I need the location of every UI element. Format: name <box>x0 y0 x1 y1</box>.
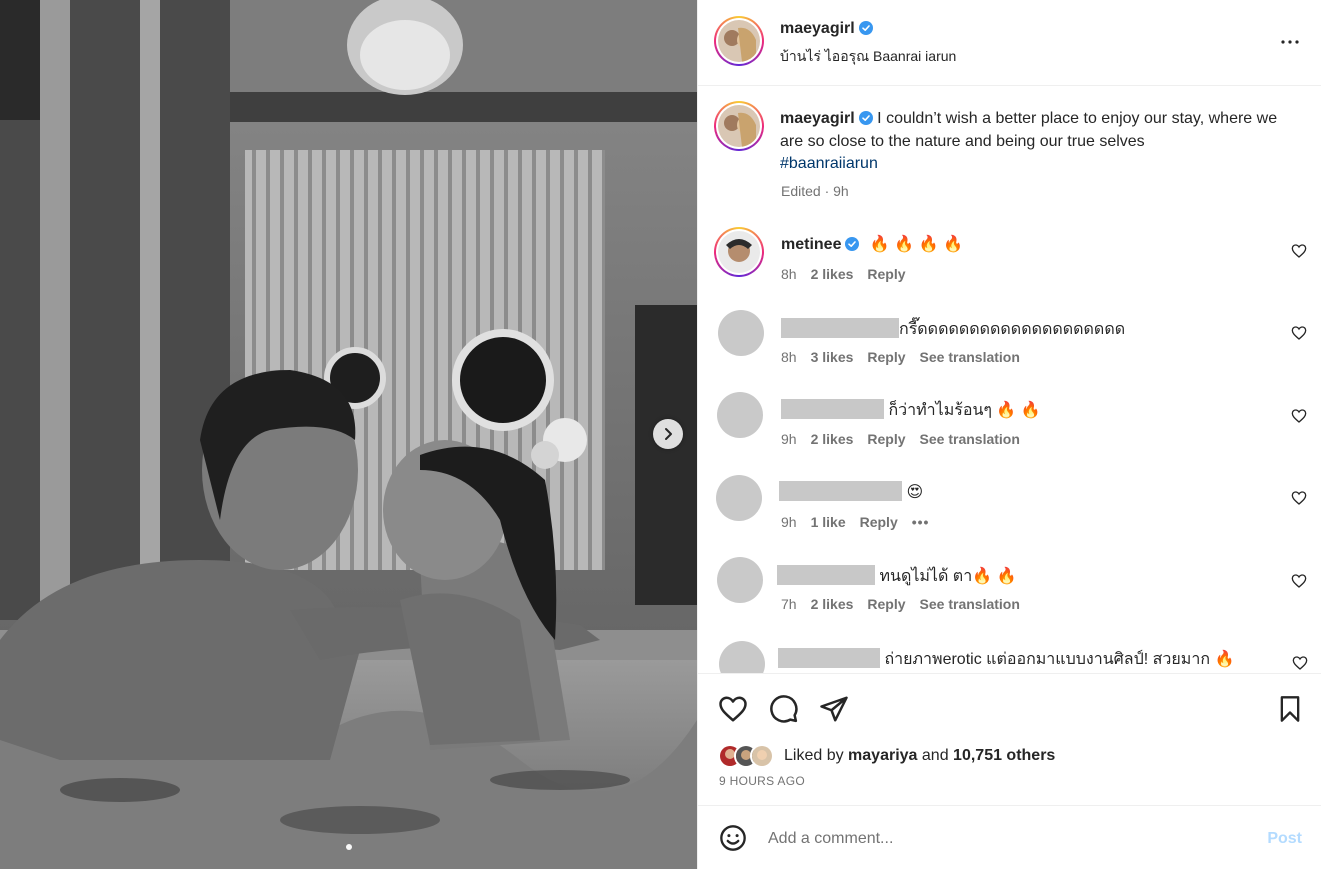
bookmark-icon[interactable] <box>1276 694 1304 724</box>
liked-by-prefix: Liked by <box>784 747 844 764</box>
comment-avatar[interactable] <box>717 557 763 603</box>
comment-avatar-metinee[interactable] <box>714 227 764 277</box>
comment-text: กรี๊ดดดดดดดดดดดดดดดดดดดด <box>899 321 1126 338</box>
likes-count[interactable]: 10,751 others <box>953 747 1055 765</box>
author-avatar-image <box>718 20 760 62</box>
verified-icon <box>845 237 860 251</box>
carousel-dot-active <box>345 844 352 850</box>
liked-by: Liked by mayariya and 10,751 others <box>718 744 1055 768</box>
caption-username[interactable]: maeyagirl <box>780 110 855 127</box>
liked-by-and: and <box>921 747 949 764</box>
see-translation-button[interactable]: See translation <box>920 596 1020 612</box>
emoji-icon[interactable] <box>719 824 747 852</box>
comment-text: ถ่ายภาพerotic แต่ออกมาแบบงานศิลป์! สวยมา… <box>884 651 1235 668</box>
comment-like-heart-icon[interactable] <box>1291 408 1307 424</box>
comment-body: ก็ว่าทำไมร้อนๆ 🔥 🔥 <box>781 398 1041 423</box>
comment-reply-button[interactable]: Reply <box>867 596 905 612</box>
comment-likes[interactable]: 2 likes <box>811 431 854 447</box>
comment-reply-button[interactable]: Reply <box>867 266 905 282</box>
see-translation-button[interactable]: See translation <box>920 431 1020 447</box>
comment-like-heart-icon[interactable] <box>1291 490 1307 506</box>
post-sidebar: maeyagirl บ้านไร่ ไออรุณ Baanrai iarun m… <box>697 0 1321 869</box>
comment-body: ทนดูไม่ได้ ตา🔥 🔥 <box>777 564 1016 589</box>
redacted-username <box>778 648 880 668</box>
post-actions: Liked by mayariya and 10,751 others 9 HO… <box>698 673 1321 805</box>
comment-body: metinee 🔥 🔥 🔥 🔥 <box>781 234 963 254</box>
comment-meta: 8h 2 likes Reply <box>781 266 906 282</box>
caption-avatar[interactable] <box>714 101 764 151</box>
comment-time: 8h <box>781 266 797 282</box>
liked-by-user[interactable]: mayariya <box>848 747 917 765</box>
comment-composer: Post <box>698 805 1321 869</box>
comment-likes[interactable]: 2 likes <box>811 266 854 282</box>
comment-avatar[interactable] <box>716 475 762 521</box>
comment-more-icon[interactable]: ••• <box>912 514 930 530</box>
see-translation-button[interactable]: See translation <box>920 349 1020 365</box>
redacted-username <box>781 318 899 338</box>
comment-meta: 9h 2 likes Reply See translation <box>781 431 1020 447</box>
comment-username[interactable]: metinee <box>781 236 841 253</box>
redacted-username <box>777 565 875 585</box>
comment-time: 7h <box>781 596 797 612</box>
more-icon[interactable] <box>1278 30 1302 54</box>
chevron-right-icon <box>665 428 672 440</box>
carousel-indicator <box>0 844 697 850</box>
comment-avatar[interactable] <box>717 392 763 438</box>
comment-likes[interactable]: 1 like <box>811 514 846 530</box>
comment-time: 8h <box>781 349 797 365</box>
comment-time: 9h <box>781 514 797 530</box>
heart-icon[interactable] <box>718 694 748 724</box>
comment-text: ทนดูไม่ได้ ตา🔥 🔥 <box>879 568 1017 585</box>
post-header: maeyagirl บ้านไร่ ไออรุณ Baanrai iarun <box>698 0 1321 86</box>
author-username[interactable]: maeyagirl <box>780 20 855 37</box>
comment-reply-button[interactable]: Reply <box>860 514 898 530</box>
comment-list-clip: ถ่ายภาพerotic แต่ออกมาแบบงานศิลป์! สวยมา… <box>698 630 1321 673</box>
comment-body: ถ่ายภาพerotic แต่ออกมาแบบงานศิลป์! สวยมา… <box>778 647 1234 672</box>
redacted-username <box>781 399 884 419</box>
verified-icon <box>858 111 873 125</box>
post-caption: maeyagirl I couldn’t wish a better place… <box>780 108 1280 176</box>
comment-meta: 8h 3 likes Reply See translation <box>781 349 1020 365</box>
post-comment-button[interactable]: Post <box>1267 830 1302 848</box>
verified-icon <box>858 21 873 35</box>
post-photo[interactable] <box>0 0 697 869</box>
post-location[interactable]: บ้านไร่ ไออรุณ Baanrai iarun <box>780 46 956 68</box>
comment-input[interactable] <box>768 824 1238 854</box>
comment-reply-button[interactable]: Reply <box>867 431 905 447</box>
comment-avatar[interactable] <box>719 641 765 673</box>
comment-body: กรี๊ดดดดดดดดดดดดดดดดดดดด <box>781 317 1125 342</box>
comment-meta: 9h 1 like Reply ••• <box>781 514 929 530</box>
next-photo-button[interactable] <box>653 419 683 449</box>
comment-avatar[interactable] <box>718 310 764 356</box>
author-avatar[interactable] <box>714 16 764 66</box>
comment-likes[interactable]: 2 likes <box>811 596 854 612</box>
comment-like-heart-icon[interactable] <box>1291 573 1307 589</box>
comment-like-heart-icon[interactable] <box>1291 243 1307 259</box>
comment-icon[interactable] <box>769 694 799 724</box>
liker-avatar[interactable] <box>750 744 774 768</box>
comment-like-heart-icon[interactable] <box>1292 655 1308 671</box>
comment-avatar-image <box>718 231 760 273</box>
comment-text: 😍 <box>906 484 924 501</box>
share-icon[interactable] <box>819 694 849 724</box>
caption-avatar-image <box>718 105 760 147</box>
caption-hashtag[interactable]: #baanraiiarun <box>780 155 878 172</box>
comment-like-heart-icon[interactable] <box>1291 325 1307 341</box>
caption-meta: Edited · 9h <box>781 183 849 199</box>
post-time: 9 HOURS AGO <box>719 774 805 788</box>
hot-tub-photo <box>0 0 697 869</box>
comment-likes[interactable]: 3 likes <box>811 349 854 365</box>
comment-meta: 7h 2 likes Reply See translation <box>781 596 1020 612</box>
redacted-username <box>779 481 902 501</box>
comment-reply-button[interactable]: Reply <box>867 349 905 365</box>
liker-avatars <box>718 744 774 768</box>
comment-text: ก็ว่าทำไมร้อนๆ 🔥 🔥 <box>888 402 1041 419</box>
comment-body: 😍 <box>779 481 923 502</box>
comment-text: 🔥 🔥 🔥 🔥 <box>869 236 963 253</box>
comment-time: 9h <box>781 431 797 447</box>
